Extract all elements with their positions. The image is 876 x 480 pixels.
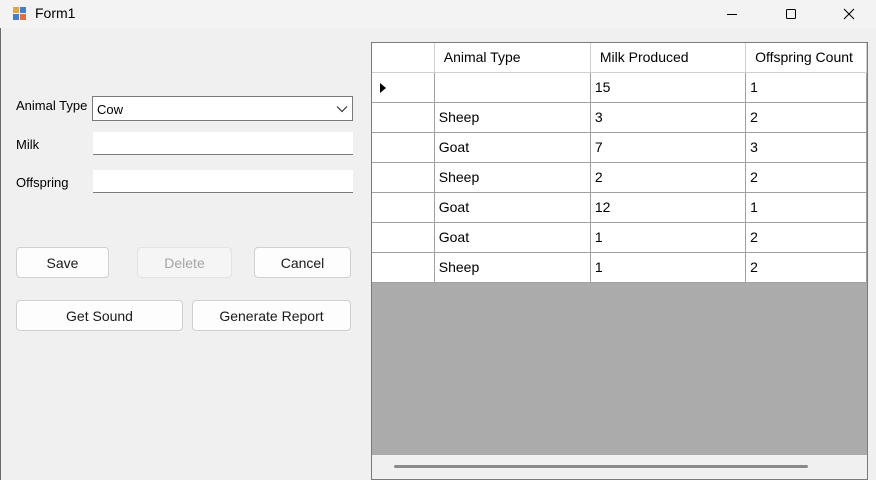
table-cell[interactable]: 1	[590, 222, 747, 253]
save-button[interactable]: Save	[16, 247, 109, 278]
data-grid[interactable]: Animal Type Milk Produced Offspring Coun…	[371, 42, 868, 480]
table-row[interactable]: Sheep 2 2	[372, 162, 867, 193]
row-header[interactable]	[372, 102, 435, 133]
table-cell[interactable]: Goat	[434, 132, 591, 163]
table-cell[interactable]: Goat	[434, 192, 591, 223]
chevron-down-icon	[336, 106, 348, 113]
table-cell[interactable]: 3	[745, 132, 867, 163]
generate-report-button[interactable]: Generate Report	[192, 300, 351, 331]
table-cell[interactable]: 2	[745, 162, 867, 193]
app-icon	[13, 7, 26, 20]
table-cell[interactable]: 1	[745, 192, 867, 223]
table-row[interactable]: Goat 12 1	[372, 192, 867, 223]
table-cell[interactable]: Goat	[434, 222, 591, 253]
table-cell[interactable]: 2	[745, 252, 867, 283]
row-header[interactable]	[372, 132, 435, 163]
column-header-animal-type[interactable]: Animal Type	[434, 43, 591, 73]
grid-table: Animal Type Milk Produced Offspring Coun…	[372, 43, 867, 283]
get-sound-button[interactable]: Get Sound	[16, 300, 183, 331]
animal-type-combobox[interactable]: Cow	[92, 96, 353, 121]
minimize-button[interactable]	[703, 0, 761, 28]
grid-corner-header[interactable]	[372, 43, 435, 73]
animal-type-label: Animal Type	[16, 98, 88, 113]
row-header[interactable]	[372, 252, 435, 283]
table-cell[interactable]: 2	[745, 102, 867, 133]
table-row[interactable]: Goat 1 2	[372, 222, 867, 253]
delete-button[interactable]: Delete	[137, 247, 232, 278]
column-header-offspring-count[interactable]: Offspring Count	[745, 43, 867, 73]
table-cell[interactable]: 2	[745, 222, 867, 253]
minimize-icon	[727, 14, 737, 15]
row-header[interactable]	[372, 192, 435, 223]
table-row[interactable]: Sheep 1 2	[372, 252, 867, 283]
row-header[interactable]	[372, 72, 435, 103]
table-cell[interactable]: Sheep	[434, 252, 591, 283]
table-cell[interactable]: 1	[745, 72, 867, 103]
grid-header-row: Animal Type Milk Produced Offspring Coun…	[372, 43, 867, 73]
close-button[interactable]	[820, 0, 876, 28]
close-icon	[843, 8, 855, 20]
table-row[interactable]: Goat 7 3	[372, 132, 867, 163]
column-header-milk-produced[interactable]: Milk Produced	[590, 43, 747, 73]
cancel-button[interactable]: Cancel	[254, 247, 351, 278]
milk-label: Milk	[16, 137, 40, 152]
window-title: Form1	[35, 5, 76, 21]
table-cell[interactable]: Cow	[434, 72, 591, 103]
table-row[interactable]: Cow 15 1	[372, 72, 867, 103]
current-row-arrow-icon	[380, 82, 386, 93]
title-bar: Form1	[0, 0, 876, 28]
table-cell[interactable]: 1	[590, 252, 747, 283]
scrollbar-thumb[interactable]	[394, 465, 808, 468]
maximize-icon	[786, 9, 796, 19]
row-header[interactable]	[372, 222, 435, 253]
table-cell[interactable]: 15	[590, 72, 747, 103]
table-cell[interactable]: 7	[590, 132, 747, 163]
table-cell[interactable]: Sheep	[434, 102, 591, 133]
offspring-label: Offspring	[16, 175, 69, 190]
table-cell[interactable]: 3	[590, 102, 747, 133]
maximize-button[interactable]	[762, 0, 820, 28]
table-cell[interactable]: 12	[590, 192, 747, 223]
row-header[interactable]	[372, 162, 435, 193]
table-cell[interactable]: Sheep	[434, 162, 591, 193]
offspring-field[interactable]	[93, 170, 353, 193]
animal-type-value: Cow	[97, 102, 124, 117]
horizontal-scrollbar[interactable]	[372, 455, 867, 479]
table-cell[interactable]: 2	[590, 162, 747, 193]
milk-field[interactable]	[93, 132, 353, 155]
table-row[interactable]: Sheep 3 2	[372, 102, 867, 133]
